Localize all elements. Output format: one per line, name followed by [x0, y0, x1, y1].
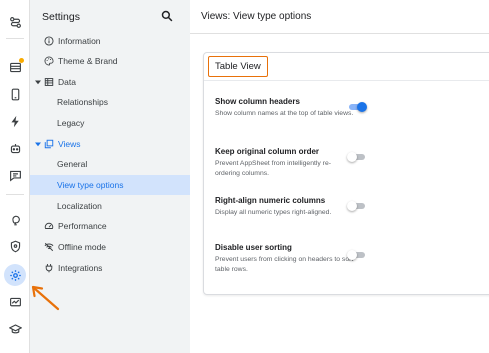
- nav-item-view-type-options[interactable]: View type options: [30, 175, 190, 195]
- bulb-icon[interactable]: [4, 208, 26, 230]
- option-disable-user-sorting: Disable user sorting Prevent users from …: [215, 243, 355, 275]
- info-icon: [44, 36, 54, 46]
- nav-item-data[interactable]: Data: [30, 72, 190, 92]
- keep-original-column-order-toggle[interactable]: [347, 151, 367, 163]
- option-title: Right-align numeric columns: [215, 196, 326, 205]
- robot-icon[interactable]: [4, 137, 26, 159]
- app-rail: [0, 0, 30, 353]
- nav-item-label: Localization: [57, 201, 102, 211]
- toggle-thumb: [347, 152, 357, 162]
- rail-divider: [6, 194, 24, 195]
- nav-item-label: Theme & Brand: [58, 56, 118, 66]
- nav-item-general[interactable]: General: [30, 154, 190, 174]
- nav-item-information[interactable]: Information: [30, 31, 190, 51]
- speedometer-icon: [44, 221, 54, 231]
- caret-down-icon[interactable]: [35, 141, 41, 147]
- nav-item-localization[interactable]: Localization: [30, 196, 190, 216]
- option-description: Prevent AppSheet from intelligently re-o…: [215, 160, 331, 177]
- option-description: Display all numeric types right-aligned.: [215, 209, 332, 216]
- nav-item-relationships[interactable]: Relationships: [30, 92, 190, 112]
- wifi-off-icon: [44, 242, 54, 252]
- nav-item-label: Views: [58, 139, 81, 149]
- list-icon[interactable]: [4, 56, 26, 78]
- nav-item-label: Relationships: [57, 97, 109, 107]
- option-right-align-numeric-columns: Right-align numeric columns Display all …: [215, 196, 355, 218]
- monitor-icon[interactable]: [4, 291, 26, 313]
- toggle-thumb: [357, 102, 367, 112]
- main-content: Views: View type options Table View Show…: [190, 0, 489, 353]
- nav-item-offline-mode[interactable]: Offline mode: [30, 237, 190, 257]
- page-header: Views: View type options: [190, 0, 489, 34]
- option-keep-original-column-order: Keep original column order Prevent AppSh…: [215, 147, 355, 179]
- palette-icon: [44, 56, 54, 66]
- card-header: Table View: [204, 53, 489, 81]
- option-show-column-headers: Show column headers Show column names at…: [215, 97, 355, 119]
- page-title: Views: View type options: [201, 11, 312, 22]
- nav-item-label: Performance: [58, 221, 107, 231]
- nav-item-label: Data: [58, 77, 76, 87]
- shield-icon[interactable]: [4, 235, 26, 257]
- nav-item-label: Legacy: [57, 118, 85, 128]
- nav-item-theme-brand[interactable]: Theme & Brand: [30, 51, 190, 71]
- views-icon: [44, 139, 54, 149]
- arrow-annotation-icon: [31, 285, 60, 311]
- option-title: Keep original column order: [215, 147, 320, 156]
- school-icon[interactable]: [4, 318, 26, 340]
- nav-item-label: Integrations: [58, 263, 103, 273]
- option-description: Show column names at the top of table vi…: [215, 110, 354, 117]
- rail-divider: [6, 38, 24, 39]
- option-title: Disable user sorting: [215, 243, 292, 252]
- bolt-icon[interactable]: [4, 110, 26, 132]
- gear-icon[interactable]: [4, 264, 26, 286]
- option-description: Prevent users from clicking on headers t…: [215, 256, 354, 273]
- card-title: Table View: [208, 56, 268, 77]
- search-icon[interactable]: [161, 10, 173, 22]
- nav-item-label: Information: [58, 36, 101, 46]
- nav-item-integrations[interactable]: Integrations: [30, 258, 190, 278]
- table-view-card: Table View Show column headers Show colu…: [203, 52, 489, 295]
- plug-icon: [44, 263, 54, 273]
- chat-icon[interactable]: [4, 164, 26, 186]
- table-icon: [44, 77, 54, 87]
- toggle-thumb: [347, 201, 357, 211]
- show-column-headers-toggle[interactable]: [347, 101, 367, 113]
- notification-dot: [19, 58, 24, 63]
- disable-user-sorting-toggle[interactable]: [347, 249, 367, 261]
- nav-item-performance[interactable]: Performance: [30, 216, 190, 236]
- right-align-numeric-columns-toggle[interactable]: [347, 200, 367, 212]
- nav-item-label: View type options: [57, 180, 124, 190]
- phone-icon[interactable]: [4, 83, 26, 105]
- nav-item-legacy[interactable]: Legacy: [30, 113, 190, 133]
- nav-item-label: Offline mode: [58, 242, 107, 252]
- nav-item-label: General: [57, 159, 88, 169]
- toggle-thumb: [347, 250, 357, 260]
- route-icon[interactable]: [4, 11, 26, 33]
- settings-title: Settings: [42, 11, 80, 23]
- nav-item-views[interactable]: Views: [30, 134, 190, 154]
- caret-down-icon[interactable]: [35, 79, 41, 85]
- option-title: Show column headers: [215, 97, 300, 106]
